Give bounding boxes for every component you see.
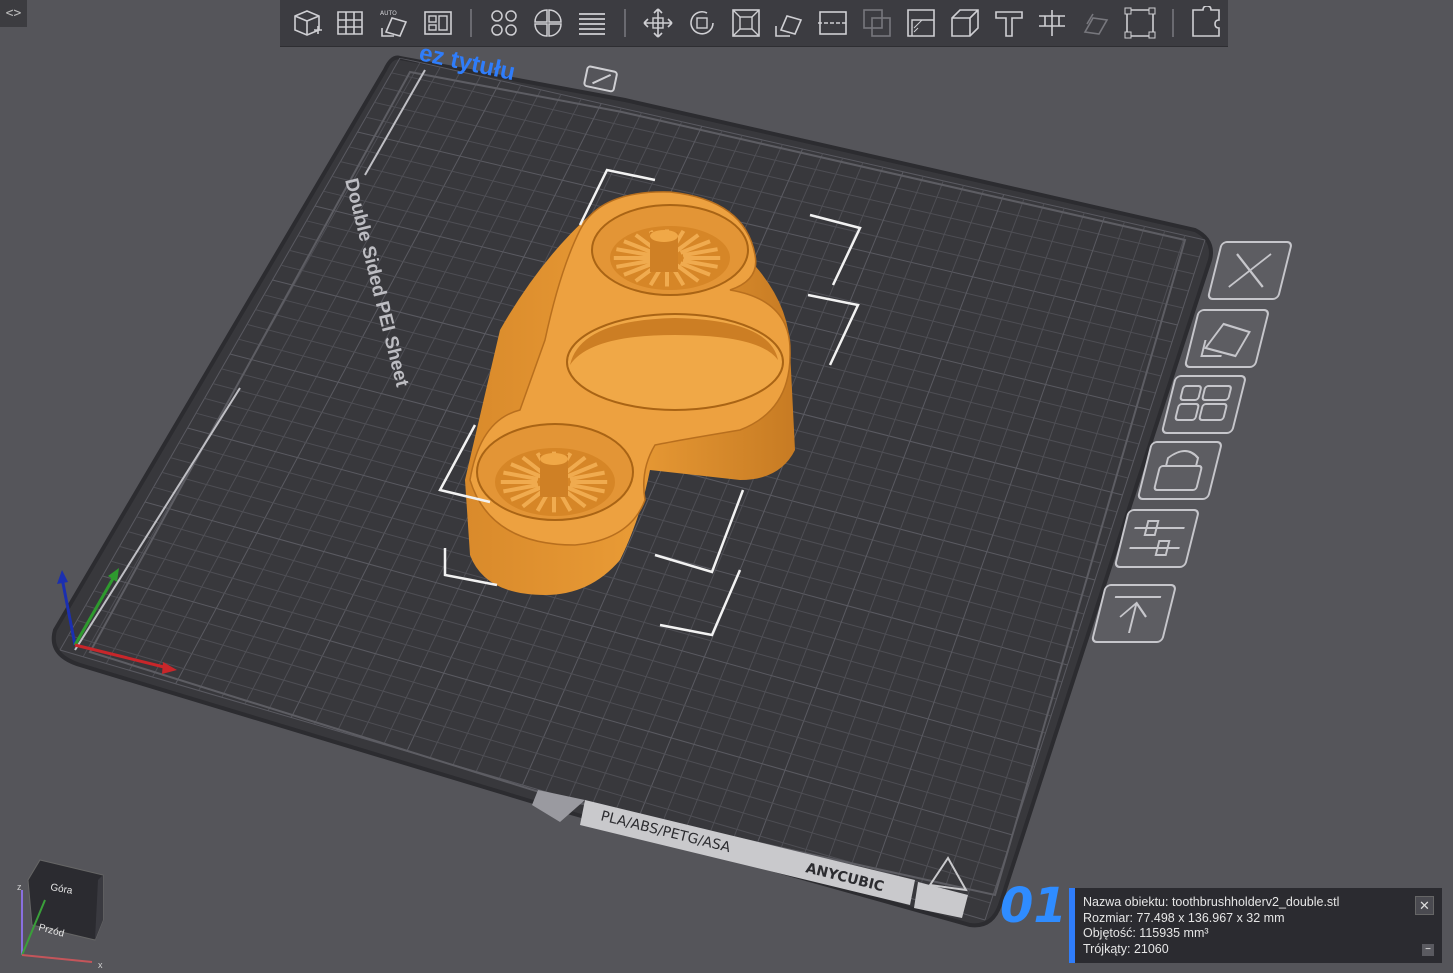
svg-text:AUTO: AUTO	[380, 10, 397, 17]
cut-icon	[818, 11, 849, 35]
grid-icon	[336, 11, 363, 35]
info-minimize-button[interactable]: −	[1422, 944, 1434, 956]
text-icon	[994, 11, 1023, 37]
measure-icon	[1039, 10, 1066, 36]
object-size-label: Rozmiar:	[1083, 910, 1134, 925]
move-icon	[643, 8, 673, 38]
puzzle-button[interactable]	[1184, 3, 1228, 43]
toolbar-separator	[623, 9, 626, 37]
mesh-boolean-icon	[863, 9, 891, 37]
object-triangles-row: Trójkąty: 21060	[1083, 942, 1432, 958]
split-objects-button[interactable]	[482, 3, 526, 43]
seam-paint-icon	[950, 9, 979, 37]
layers-icon	[578, 13, 605, 35]
plate-lock-icon[interactable]	[1137, 441, 1222, 500]
toolbar-separator	[1172, 9, 1175, 37]
scale-icon	[731, 9, 760, 37]
3d-viewport[interactable]: ez tytułu Double Sided PEI Sheet PLA/ABS…	[0, 0, 1453, 973]
top-toolbar: AUTO	[280, 0, 1228, 47]
text-button[interactable]	[987, 3, 1031, 43]
object-volume-value: 115935 mm³	[1139, 926, 1209, 940]
auto-arrange-button[interactable]: AUTO	[373, 3, 417, 43]
assembly-icon	[1083, 13, 1109, 35]
info-close-button[interactable]: ✕	[1415, 896, 1434, 915]
arrange-icon	[424, 11, 453, 35]
view-cube[interactable]: Góra Przód x z	[17, 859, 104, 970]
seam-paint-button[interactable]	[943, 3, 987, 43]
edit-title-icon[interactable]	[583, 65, 618, 93]
lay-on-face-icon	[775, 15, 803, 37]
object-name-value: toothbrushholderv2_double.stl	[1171, 895, 1340, 909]
split-objects-icon	[491, 10, 518, 36]
split-parts-icon	[534, 9, 562, 37]
plate-number[interactable]: 01	[1000, 878, 1067, 934]
sidebar-toggle-button[interactable]: <>	[0, 0, 27, 27]
grid-button[interactable]	[329, 3, 373, 43]
split-parts-button[interactable]	[526, 3, 570, 43]
variable-layer-icon	[1124, 7, 1156, 39]
lay-on-face-button[interactable]	[767, 3, 811, 43]
variable-layer-button[interactable]	[1118, 3, 1162, 43]
move-button[interactable]	[636, 3, 680, 43]
plate-settings-icon[interactable]	[1114, 509, 1199, 568]
rotate-button[interactable]	[680, 3, 724, 43]
assembly-button[interactable]	[1074, 3, 1118, 43]
rotate-icon	[689, 11, 714, 35]
view-cube-axis-z: z	[17, 882, 22, 892]
view-cube-axis-x: x	[98, 960, 103, 970]
support-paint-icon	[907, 9, 935, 37]
arrange-plate-icon[interactable]	[1161, 375, 1246, 434]
plate-close-icon[interactable]	[1207, 241, 1292, 300]
object-size-row: Rozmiar: 77.498 x 136.967 x 32 mm	[1083, 911, 1432, 927]
support-paint-button[interactable]	[899, 3, 943, 43]
measure-button[interactable]	[1031, 3, 1075, 43]
arrange-button[interactable]	[417, 3, 461, 43]
object-info-panel: Nazwa obiektu: toothbrushholderv2_double…	[1069, 888, 1442, 963]
object-name-label: Nazwa obiektu:	[1083, 895, 1169, 909]
scale-button[interactable]	[724, 3, 768, 43]
object-volume-label: Objętość:	[1083, 926, 1136, 940]
object-triangles-value: 21060	[1133, 941, 1169, 956]
puzzle-icon	[1192, 6, 1220, 37]
auto-arrange-icon: AUTO	[380, 10, 407, 37]
cut-button[interactable]	[811, 3, 855, 43]
object-triangles-label: Trójkąty:	[1083, 941, 1131, 956]
move-to-top-icon[interactable]	[1091, 584, 1176, 643]
object-size-value: 77.498 x 136.967 x 32 mm	[1136, 910, 1285, 925]
mesh-boolean-button[interactable]	[855, 3, 899, 43]
add-object-button[interactable]	[285, 3, 329, 43]
layers-button[interactable]	[570, 3, 614, 43]
toolbar-separator	[470, 9, 473, 37]
object-name-row: Nazwa obiektu: toothbrushholderv2_double…	[1083, 895, 1432, 911]
object-volume-row: Objętość: 115935 mm³	[1083, 926, 1432, 942]
auto-orient-icon[interactable]	[1184, 309, 1269, 368]
add-object-icon	[294, 10, 322, 36]
